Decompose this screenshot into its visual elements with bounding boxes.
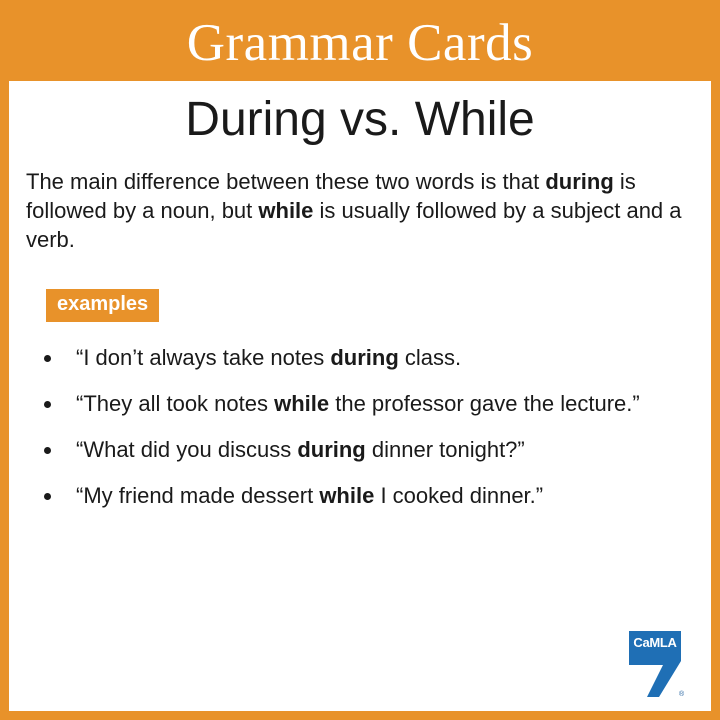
camla-logo: CaMLA ® bbox=[629, 631, 685, 699]
examples-list: “I don’t always take notes during class.… bbox=[38, 343, 698, 510]
example-text: “They all took notes bbox=[76, 391, 275, 416]
grammar-card: Grammar Cards During vs. While The main … bbox=[0, 0, 720, 720]
card-subtitle: During vs. While bbox=[185, 93, 535, 146]
example-keyword: while bbox=[274, 391, 330, 416]
intro-text-1: The main difference between these two wo… bbox=[26, 169, 546, 194]
example-keyword: during bbox=[330, 345, 399, 370]
example-keyword: while bbox=[319, 483, 375, 508]
intro-bold-during: during bbox=[545, 169, 614, 194]
example-text: “I don’t always take notes bbox=[76, 345, 331, 370]
bullet-icon bbox=[44, 447, 51, 454]
list-item: “I don’t always take notes during class. bbox=[38, 343, 698, 372]
list-item: “What did you discuss during dinner toni… bbox=[38, 435, 698, 464]
registered-mark: ® bbox=[679, 691, 685, 698]
example-text: “What did you discuss bbox=[76, 437, 298, 462]
example-text: I cooked dinner.” bbox=[374, 483, 544, 508]
bullet-icon bbox=[44, 493, 51, 500]
list-item: “They all took notes while the professor… bbox=[38, 389, 698, 418]
example-text: the professor gave the lecture.” bbox=[329, 391, 640, 416]
example-text: “My friend made dessert bbox=[76, 483, 320, 508]
list-item: “My friend made dessert while I cooked d… bbox=[38, 481, 698, 510]
bullet-icon bbox=[44, 355, 51, 362]
intro-paragraph: The main difference between these two wo… bbox=[26, 167, 686, 254]
example-keyword: during bbox=[297, 437, 366, 462]
examples-label: examples bbox=[46, 289, 160, 322]
logo-text: CaMLA bbox=[633, 635, 677, 650]
intro-bold-while: while bbox=[258, 198, 314, 223]
example-text: class. bbox=[398, 345, 462, 370]
bullet-icon bbox=[44, 401, 51, 408]
header-banner: Grammar Cards bbox=[0, 0, 720, 81]
header-title: Grammar Cards bbox=[186, 13, 534, 72]
example-text: dinner tonight?” bbox=[365, 437, 525, 462]
